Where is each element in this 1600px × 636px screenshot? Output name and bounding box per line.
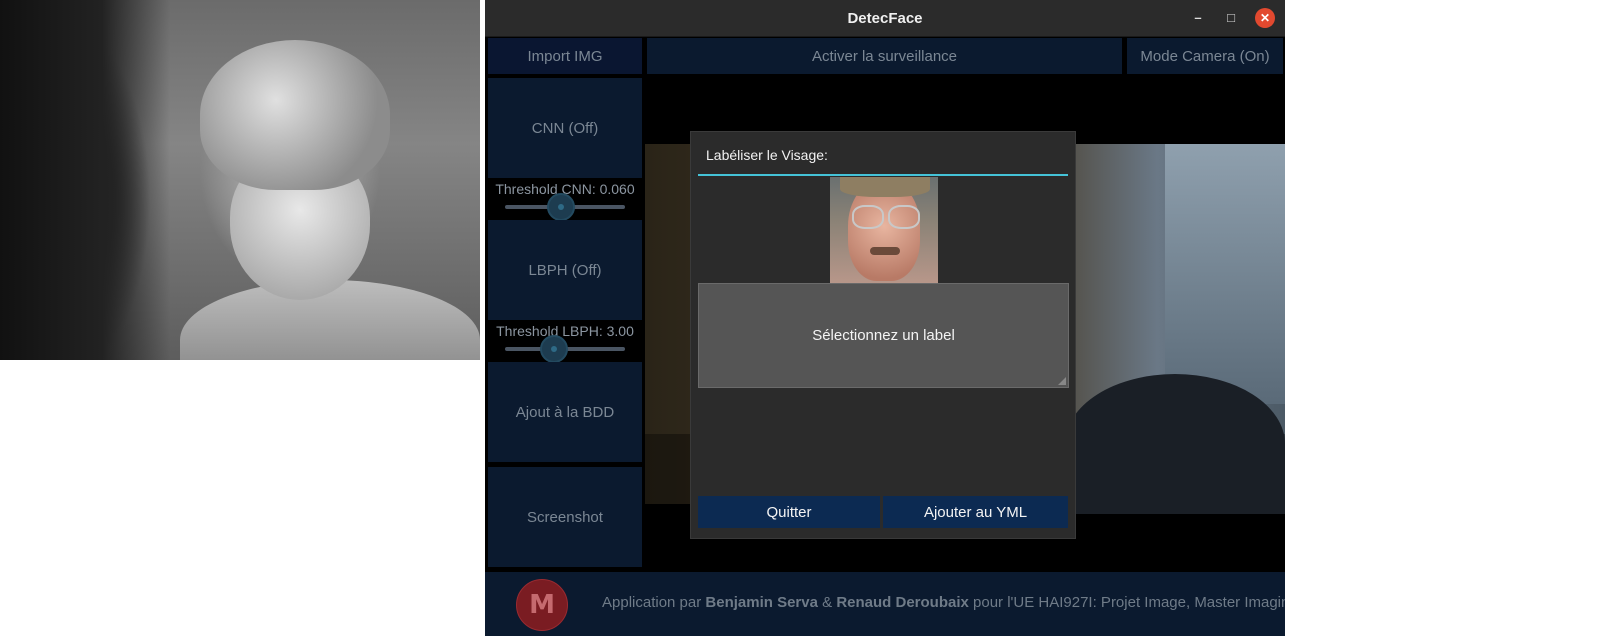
- author-1: Benjamin Serva: [705, 594, 818, 611]
- add-to-bdd-button[interactable]: Ajout à la BDD: [488, 362, 642, 462]
- credits-amp: &: [817, 594, 837, 611]
- thumb-hair: [840, 177, 930, 197]
- detecface-window: DetecFace – □ ✕ Import IMG Activer la su…: [485, 0, 1285, 636]
- cnn-toggle-button[interactable]: CNN (Off): [488, 78, 642, 178]
- quit-button[interactable]: Quitter: [698, 496, 880, 528]
- logo-glyph: M: [529, 590, 555, 620]
- label-face-dialog: Labéliser le Visage: Sélectionnez un lab…: [690, 131, 1076, 539]
- minimize-icon[interactable]: –: [1188, 8, 1208, 28]
- import-img-button[interactable]: Import IMG: [488, 38, 642, 74]
- lbph-toggle-button[interactable]: LBPH (Off): [488, 220, 642, 320]
- label-select-placeholder: Sélectionnez un label: [812, 327, 955, 344]
- close-icon[interactable]: ✕: [1255, 8, 1275, 28]
- university-logo: M: [516, 579, 568, 631]
- maximize-icon[interactable]: □: [1221, 8, 1241, 28]
- camera-mode-button[interactable]: Mode Camera (On): [1127, 38, 1283, 74]
- lbph-slider-handle[interactable]: [540, 335, 568, 363]
- credits-suffix: pour l'UE HAI927I: Projet Image, Master …: [968, 594, 1285, 611]
- photo-hair: [200, 40, 390, 190]
- dialog-title-underline: [698, 174, 1068, 176]
- lbph-threshold-label: Threshold LBPH: 3.00: [496, 323, 634, 339]
- thumb-glasses-left: [852, 205, 884, 229]
- thumb-glasses-right: [888, 205, 920, 229]
- thumb-moustache: [870, 247, 900, 255]
- camera-person: [1065, 374, 1285, 514]
- credits-text: Application par Benjamin Serva & Renaud …: [602, 594, 1285, 611]
- screenshot-button[interactable]: Screenshot: [488, 467, 642, 567]
- credits-prefix: Application par: [602, 594, 706, 611]
- face-thumbnail: [830, 177, 938, 284]
- window-title: DetecFace: [847, 9, 923, 27]
- dialog-title: Labéliser le Visage:: [706, 147, 828, 163]
- cnn-slider-handle[interactable]: [547, 193, 575, 221]
- camera-window-light: [1165, 144, 1285, 404]
- title-bar[interactable]: DetecFace – □ ✕: [485, 0, 1285, 37]
- resize-grip-icon[interactable]: [1058, 377, 1066, 385]
- photo-shadow-figure: [0, 0, 170, 360]
- background-photo: [0, 0, 480, 360]
- add-to-yml-button[interactable]: Ajouter au YML: [883, 496, 1068, 528]
- author-2: Renaud Deroubaix: [836, 594, 969, 611]
- activate-surveillance-button[interactable]: Activer la surveillance: [647, 38, 1122, 74]
- label-select[interactable]: Sélectionnez un label: [698, 283, 1069, 388]
- credits-footer: M Application par Benjamin Serva & Renau…: [485, 572, 1285, 636]
